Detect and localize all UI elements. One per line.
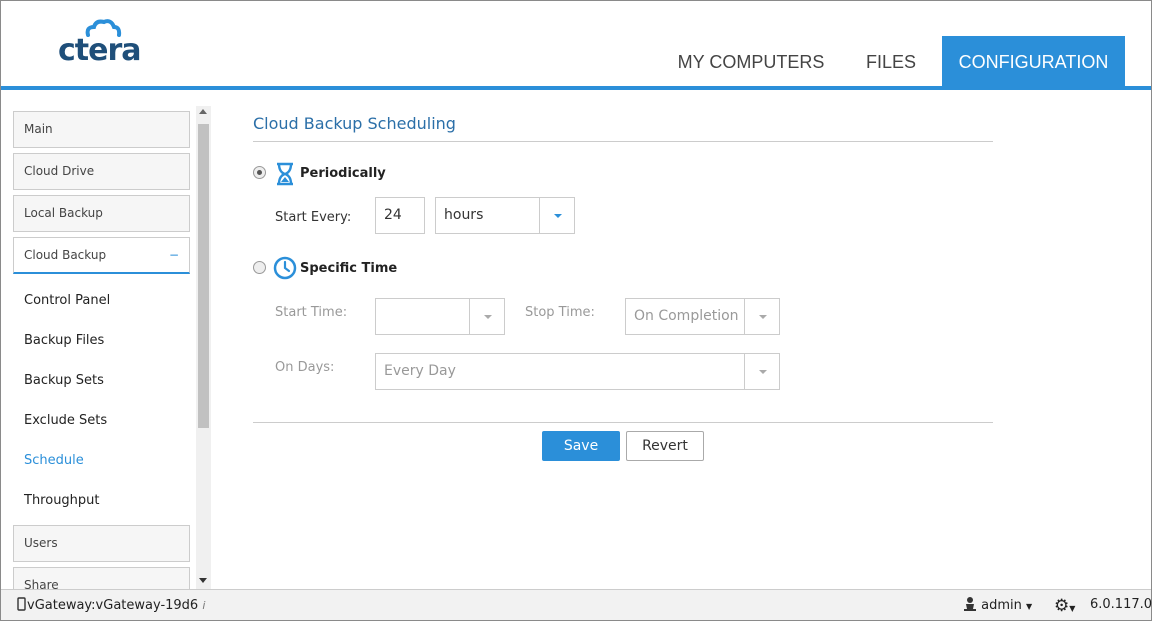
- scroll-up-icon[interactable]: [199, 109, 207, 114]
- dropdown-toggle[interactable]: [539, 198, 574, 233]
- stop-time-select[interactable]: On Completion: [625, 298, 780, 335]
- chevron-down-icon: [759, 370, 767, 374]
- ctera-logo[interactable]: ctera: [56, 19, 156, 71]
- caret-down-icon: ▼: [1069, 604, 1076, 613]
- clock-icon: [273, 256, 297, 280]
- sidebar-item-label: Local Backup: [24, 206, 103, 220]
- hourglass-icon: [277, 162, 293, 186]
- on-days-label: On Days:: [275, 360, 335, 375]
- sidebar-subitem-throughput[interactable]: Throughput: [24, 493, 100, 508]
- start-time-select[interactable]: [375, 298, 505, 335]
- logo-text: ctera: [58, 33, 142, 68]
- dropdown-toggle[interactable]: [744, 299, 779, 334]
- on-days-value: Every Day: [384, 363, 456, 379]
- sidebar-subitem-control-panel[interactable]: Control Panel: [24, 293, 110, 308]
- device-icon: [17, 597, 26, 611]
- device-name: vGateway:vGateway-19d6: [27, 598, 199, 613]
- gear-icon: ⚙: [1054, 596, 1070, 616]
- sidebar-item-local-backup[interactable]: Local Backup: [13, 195, 190, 232]
- username: admin: [981, 598, 1022, 613]
- sidebar-subitem-schedule[interactable]: Schedule: [24, 453, 84, 468]
- sidebar-item-main[interactable]: Main: [13, 111, 190, 148]
- page-title: Cloud Backup Scheduling: [253, 114, 456, 133]
- info-icon[interactable]: i: [202, 599, 205, 612]
- periodically-label: Periodically: [300, 166, 386, 181]
- sidebar-item-label: Share: [24, 578, 59, 589]
- start-time-label: Start Time:: [275, 305, 348, 320]
- scrollbar-thumb[interactable]: [198, 124, 209, 428]
- sidebar-item-label: Main: [24, 122, 53, 136]
- sidebar-item-users[interactable]: Users: [13, 525, 190, 562]
- sidebar-subitem-backup-sets[interactable]: Backup Sets: [24, 373, 104, 388]
- status-bar: vGateway:vGateway-19d6 i admin ▼ ⚙▼ 6.0.…: [1, 589, 1152, 620]
- save-button[interactable]: Save: [542, 431, 620, 461]
- dropdown-toggle[interactable]: [744, 354, 779, 389]
- stop-time-label: Stop Time:: [525, 305, 595, 320]
- sidebar-item-label: Users: [24, 536, 58, 550]
- divider: [253, 141, 993, 142]
- sidebar-subitem-exclude-sets[interactable]: Exclude Sets: [24, 413, 107, 428]
- on-days-select[interactable]: Every Day: [375, 353, 780, 390]
- version-label: 6.0.117.0: [1090, 597, 1152, 612]
- chevron-down-icon: [484, 315, 492, 319]
- sidebar: Main Cloud Drive Local Backup Cloud Back…: [1, 90, 213, 589]
- interval-unit-value: hours: [444, 207, 484, 223]
- divider: [253, 422, 993, 423]
- sidebar-scrollbar[interactable]: [196, 106, 211, 589]
- tab-my-computers[interactable]: MY COMPUTERS: [661, 36, 841, 87]
- collapse-icon[interactable]: −: [169, 238, 179, 273]
- sidebar-item-label: Cloud Drive: [24, 164, 95, 178]
- revert-button[interactable]: Revert: [626, 431, 704, 461]
- sidebar-item-label: Cloud Backup: [24, 248, 107, 262]
- user-menu[interactable]: admin ▼: [963, 596, 1032, 613]
- sidebar-item-cloud-backup[interactable]: Cloud Backup −: [13, 237, 190, 274]
- sidebar-item-cloud-drive[interactable]: Cloud Drive: [13, 153, 190, 190]
- dropdown-toggle[interactable]: [469, 299, 504, 334]
- caret-down-icon: ▼: [1026, 602, 1033, 611]
- settings-menu[interactable]: ⚙▼: [1054, 596, 1075, 616]
- chevron-down-icon: [759, 315, 767, 319]
- header: ctera MY COMPUTERS FILES CONFIGURATION: [1, 1, 1151, 87]
- chevron-down-icon: [554, 214, 562, 218]
- scroll-down-icon[interactable]: [199, 578, 207, 583]
- specific-time-label: Specific Time: [300, 261, 398, 276]
- interval-unit-select[interactable]: hours: [435, 197, 575, 234]
- sidebar-subitem-backup-files[interactable]: Backup Files: [24, 333, 104, 348]
- device-info[interactable]: vGateway:vGateway-19d6 i: [17, 597, 205, 613]
- user-icon: [964, 597, 976, 611]
- periodically-radio[interactable]: [253, 166, 266, 179]
- start-every-label: Start Every:: [275, 210, 352, 225]
- specific-time-radio[interactable]: [253, 261, 266, 274]
- tab-files[interactable]: FILES: [846, 36, 936, 87]
- start-every-input[interactable]: 24: [375, 197, 425, 234]
- tab-configuration[interactable]: CONFIGURATION: [942, 36, 1125, 87]
- stop-time-value: On Completion: [634, 308, 739, 324]
- sidebar-item-share[interactable]: Share: [13, 567, 190, 589]
